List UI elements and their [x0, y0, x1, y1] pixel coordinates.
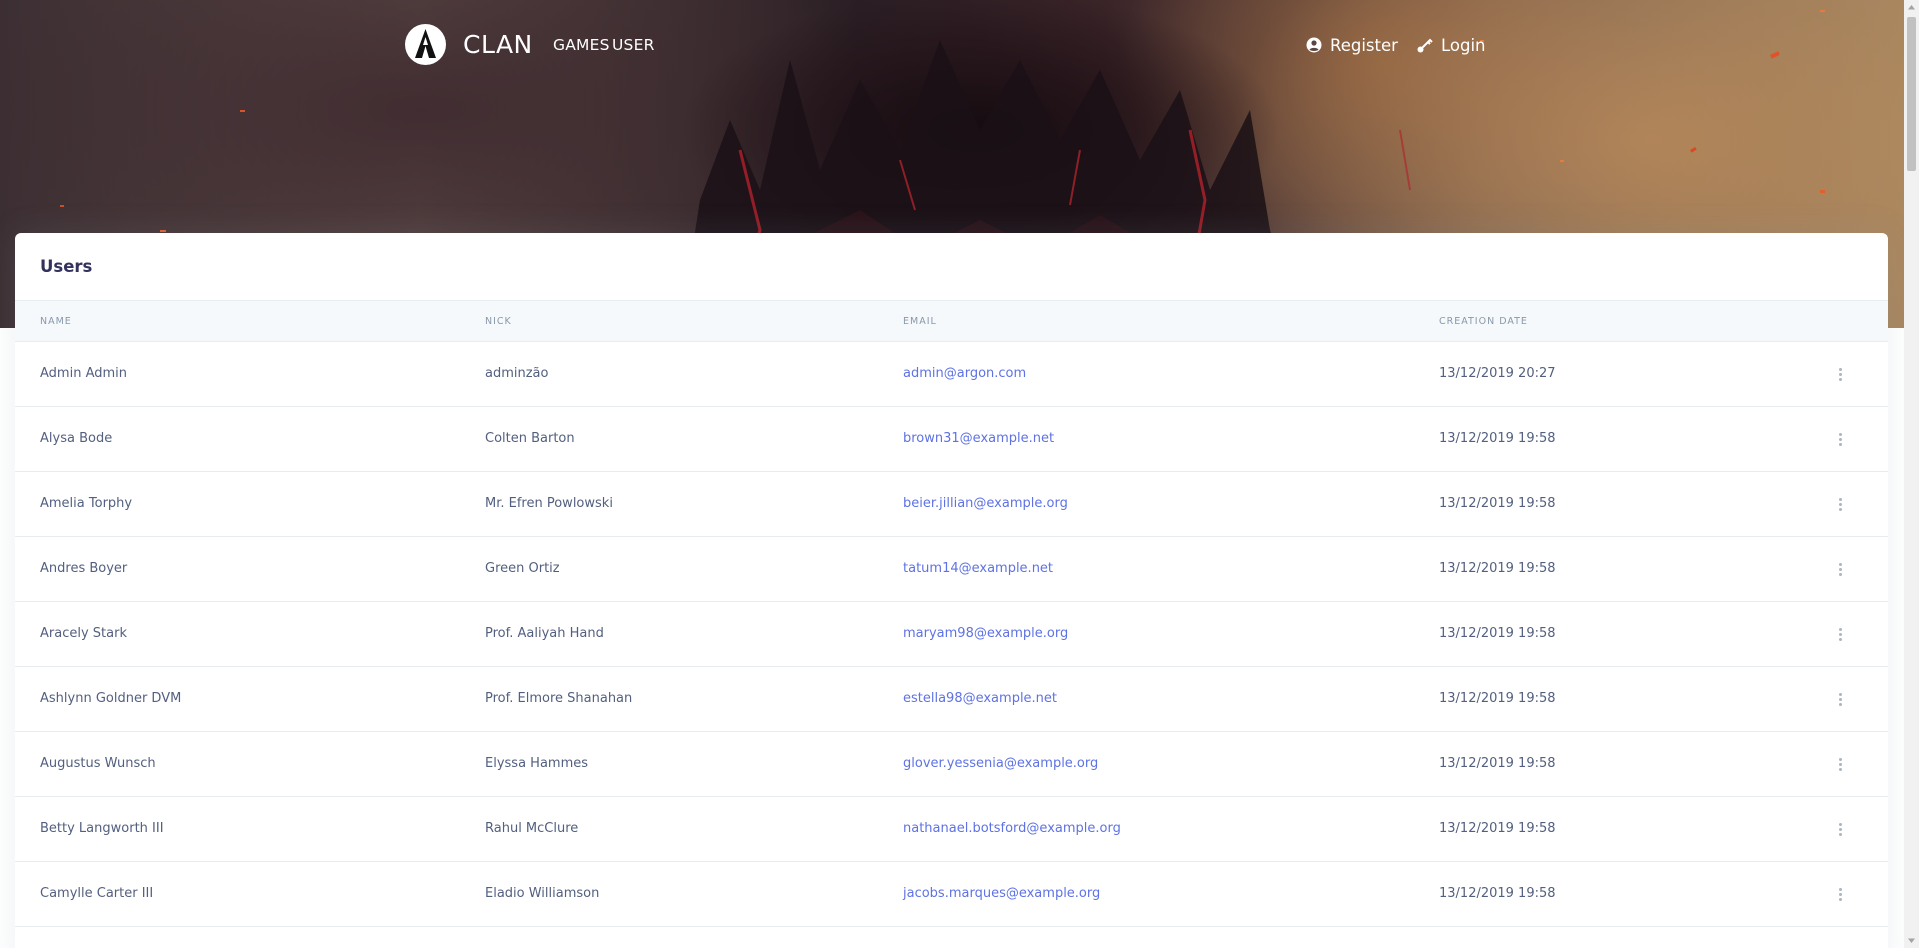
user-nick: Elyssa Hammes: [485, 756, 589, 771]
scrollbar-thumb[interactable]: [1907, 17, 1916, 171]
column-header-name[interactable]: NAME: [40, 316, 72, 327]
row-actions-kebab-icon[interactable]: [1832, 817, 1848, 841]
user-creation-date: 13/12/2019 19:58: [1439, 691, 1556, 706]
table-row: Admin Admin adminzão admin@argon.com 13/…: [15, 342, 1888, 407]
vertical-scrollbar[interactable]: [1904, 0, 1919, 948]
user-email-link[interactable]: beier.jillian@example.org: [903, 496, 1068, 511]
brand-name[interactable]: CLAN: [463, 28, 533, 62]
login-label: Login: [1441, 35, 1486, 55]
user-email-link[interactable]: admin@argon.com: [903, 366, 1026, 381]
user-name: Augustus Wunsch: [40, 756, 156, 771]
user-email-link[interactable]: nathanael.botsford@example.org: [903, 821, 1121, 836]
top-navbar: CLAN GAMES USER Register Login: [0, 0, 1904, 90]
user-name: Betty Langworth III: [40, 821, 164, 836]
row-actions-kebab-icon[interactable]: [1832, 882, 1848, 906]
table-row: Camylle Carter III Eladio Williamson jac…: [15, 862, 1888, 927]
user-email-link[interactable]: glover.yessenia@example.org: [903, 756, 1098, 771]
register-link[interactable]: Register: [1306, 33, 1398, 57]
card-title: Users: [40, 257, 93, 276]
row-actions-kebab-icon[interactable]: [1832, 687, 1848, 711]
page: CLAN GAMES USER Register Login Users NAM…: [0, 0, 1919, 948]
table-row: Ashlynn Goldner DVM Prof. Elmore Shanaha…: [15, 667, 1888, 732]
user-creation-date: 13/12/2019 19:58: [1439, 821, 1556, 836]
user-creation-date: 13/12/2019 19:58: [1439, 626, 1556, 641]
user-name: Andres Boyer: [40, 561, 128, 576]
table-row: Amelia Torphy Mr. Efren Powlowski beier.…: [15, 472, 1888, 537]
user-creation-date: 13/12/2019 19:58: [1439, 431, 1556, 446]
table-header: NAME NICK EMAIL CREATION DATE: [15, 301, 1888, 342]
table-row: Augustus Wunsch Elyssa Hammes glover.yes…: [15, 732, 1888, 797]
row-actions-kebab-icon[interactable]: [1832, 622, 1848, 646]
user-nick: Green Ortiz: [485, 561, 560, 576]
user-creation-date: 13/12/2019 19:58: [1439, 496, 1556, 511]
nav-link-games[interactable]: GAMES: [553, 35, 610, 55]
user-creation-date: 13/12/2019 19:58: [1439, 886, 1556, 901]
user-name: Camylle Carter III: [40, 886, 154, 901]
user-nick: Rahul McClure: [485, 821, 579, 836]
user-nick: Eladio Williamson: [485, 886, 600, 901]
user-name: Alysa Bode: [40, 431, 113, 446]
scroll-up-arrow-icon[interactable]: [1904, 0, 1919, 15]
user-creation-date: 13/12/2019 20:27: [1439, 366, 1556, 381]
table-body: Admin Admin adminzão admin@argon.com 13/…: [15, 342, 1888, 927]
user-name: Ashlynn Goldner DVM: [40, 691, 182, 706]
user-nick: Mr. Efren Powlowski: [485, 496, 613, 511]
user-name: Aracely Stark: [40, 626, 127, 641]
user-nick: Prof. Elmore Shanahan: [485, 691, 633, 706]
user-name: Admin Admin: [40, 366, 127, 381]
user-nick: Colten Barton: [485, 431, 575, 446]
column-header-nick[interactable]: NICK: [485, 316, 512, 327]
user-creation-date: 13/12/2019 19:58: [1439, 561, 1556, 576]
table-row: Andres Boyer Green Ortiz tatum14@example…: [15, 537, 1888, 602]
card-header: Users: [15, 233, 1888, 301]
row-actions-kebab-icon[interactable]: [1832, 427, 1848, 451]
login-link[interactable]: Login: [1416, 33, 1486, 57]
nav-link-user[interactable]: USER: [612, 35, 655, 55]
register-label: Register: [1330, 35, 1398, 55]
table-row: Aracely Stark Prof. Aaliyah Hand maryam9…: [15, 602, 1888, 667]
user-creation-date: 13/12/2019 19:58: [1439, 756, 1556, 771]
row-actions-kebab-icon[interactable]: [1832, 362, 1848, 386]
users-card: Users NAME NICK EMAIL CREATION DATE Admi…: [15, 233, 1888, 948]
user-email-link[interactable]: brown31@example.net: [903, 431, 1054, 446]
table-row: Alysa Bode Colten Barton brown31@example…: [15, 407, 1888, 472]
user-circle-icon: [1306, 37, 1322, 53]
column-header-email[interactable]: EMAIL: [903, 316, 937, 327]
user-name: Amelia Torphy: [40, 496, 133, 511]
user-nick: adminzão: [485, 366, 549, 381]
user-email-link[interactable]: maryam98@example.org: [903, 626, 1068, 641]
user-email-link[interactable]: jacobs.marques@example.org: [903, 886, 1100, 901]
user-nick: Prof. Aaliyah Hand: [485, 626, 604, 641]
row-actions-kebab-icon[interactable]: [1832, 752, 1848, 776]
user-email-link[interactable]: tatum14@example.net: [903, 561, 1053, 576]
key-icon: [1417, 38, 1433, 52]
column-header-creation-date[interactable]: CREATION DATE: [1439, 316, 1528, 327]
table-row: Betty Langworth III Rahul McClure nathan…: [15, 797, 1888, 862]
row-actions-kebab-icon[interactable]: [1832, 557, 1848, 581]
scroll-down-arrow-icon[interactable]: [1904, 933, 1919, 948]
assassin-emblem-icon[interactable]: [405, 24, 446, 65]
user-email-link[interactable]: estella98@example.net: [903, 691, 1057, 706]
row-actions-kebab-icon[interactable]: [1832, 492, 1848, 516]
